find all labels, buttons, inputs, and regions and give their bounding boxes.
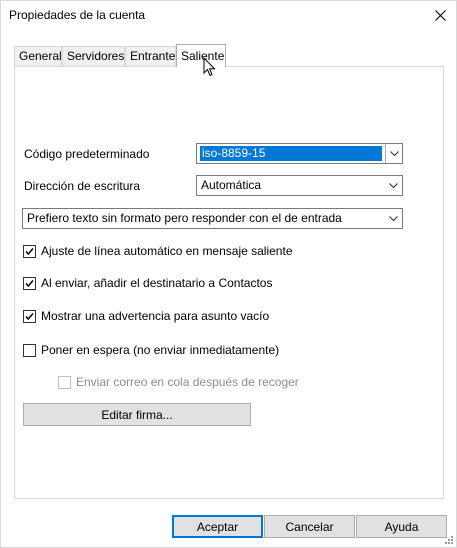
cancel-button[interactable]: Cancelar (264, 515, 355, 538)
checkbox-box (58, 375, 71, 389)
help-label: Ayuda (384, 519, 419, 534)
checkbox-box[interactable] (23, 343, 36, 357)
edit-signature-button[interactable]: Editar firma... (23, 403, 251, 426)
checkmark-icon (25, 279, 34, 287)
resize-grip-icon[interactable] (444, 535, 454, 545)
tab-entrante-label: Entrante (130, 49, 176, 63)
chevron-down-icon (389, 215, 398, 221)
direction-label: Dirección de escritura (24, 179, 141, 193)
send-queued-label: Enviar correo en cola después de recoger (76, 375, 299, 389)
empty-subject-warning-checkbox[interactable]: Mostrar una advertencia para asunto vací… (23, 309, 269, 323)
checkbox-box[interactable] (23, 309, 36, 323)
add-recipient-checkbox[interactable]: Al enviar, añadir el destinatario a Cont… (23, 276, 272, 290)
tab-strip: General Servidores Entrante Saliente (14, 44, 444, 67)
tab-saliente[interactable]: Saliente (176, 44, 226, 67)
tab-general[interactable]: General (14, 46, 62, 66)
checkmark-icon (25, 247, 34, 255)
encoding-value: iso-8859-15 (200, 146, 382, 161)
message-format-value: Prefiero texto sin formato pero responde… (27, 211, 342, 225)
checkmark-icon (25, 312, 34, 320)
title-bar: Propiedades de la cuenta (1, 1, 456, 31)
direction-value: Automática (201, 178, 262, 192)
mouse-pointer-icon (203, 57, 216, 77)
account-properties-dialog: Propiedades de la cuenta General Servido… (0, 0, 457, 548)
tab-servidores-label: Servidores (67, 49, 125, 63)
accept-label: Aceptar (196, 519, 239, 534)
chevron-down-icon (389, 182, 398, 188)
message-format-dropdown-button[interactable] (385, 209, 402, 228)
hold-messages-label: Poner en espera (no enviar inmediatament… (41, 343, 280, 357)
edit-signature-label: Editar firma... (101, 407, 173, 422)
cancel-label: Cancelar (285, 519, 334, 534)
message-format-select[interactable]: Prefiero texto sin formato pero responde… (22, 208, 403, 229)
window-title: Propiedades de la cuenta (9, 8, 146, 22)
tab-servidores[interactable]: Servidores (62, 46, 125, 66)
direction-dropdown-button[interactable] (385, 176, 402, 195)
tab-general-label: General (19, 49, 62, 63)
encoding-dropdown-button[interactable] (385, 144, 402, 163)
encoding-select[interactable]: iso-8859-15 (196, 143, 403, 164)
checkbox-box[interactable] (23, 244, 36, 258)
send-queued-checkbox: Enviar correo en cola después de recoger (58, 375, 299, 389)
encoding-label: Código predeterminado (24, 147, 150, 161)
word-wrap-checkbox[interactable]: Ajuste de línea automático en mensaje sa… (23, 244, 293, 258)
word-wrap-label: Ajuste de línea automático en mensaje sa… (41, 244, 293, 258)
direction-select[interactable]: Automática (196, 175, 403, 196)
hold-messages-checkbox[interactable]: Poner en espera (no enviar inmediatament… (23, 343, 279, 357)
close-button[interactable] (427, 4, 453, 26)
checkbox-box[interactable] (23, 276, 36, 290)
tab-entrante[interactable]: Entrante (125, 46, 176, 66)
help-button[interactable]: Ayuda (356, 515, 447, 538)
empty-subject-warning-label: Mostrar una advertencia para asunto vací… (41, 309, 270, 323)
add-recipient-label: Al enviar, añadir el destinatario a Cont… (41, 276, 273, 290)
chevron-down-icon (389, 150, 399, 156)
close-icon (434, 9, 446, 21)
accept-button[interactable]: Aceptar (172, 515, 263, 538)
